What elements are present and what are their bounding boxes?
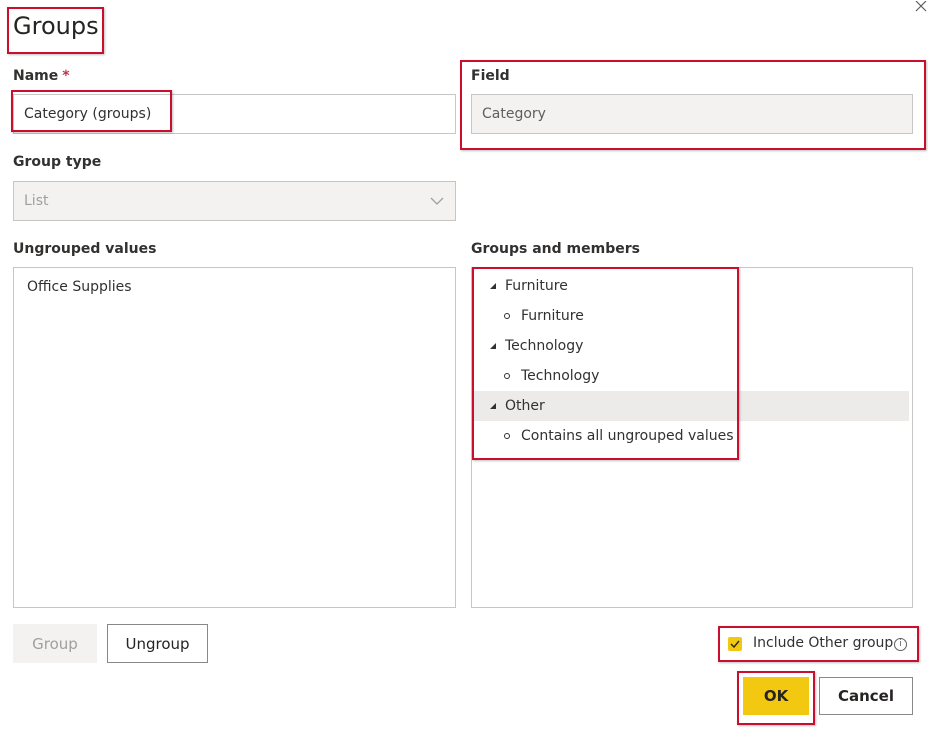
group-type-label: Group type [13, 154, 102, 170]
chevron-down-icon [430, 197, 444, 205]
name-input-value: Category (groups) [24, 106, 152, 122]
field-label: Field [471, 68, 510, 84]
required-marker: * [62, 68, 70, 84]
groups-tree[interactable]: Furniture Furniture Technology Technolog… [471, 267, 913, 608]
close-icon [915, 0, 927, 12]
ok-button[interactable]: OK [743, 677, 809, 715]
bullet-circle-icon [504, 433, 510, 439]
tree-group-other[interactable]: Other [473, 391, 909, 421]
tree-member-technology[interactable]: Technology [473, 361, 911, 391]
close-button[interactable] [912, 0, 928, 14]
groups-label: Groups and members [471, 241, 640, 257]
tree-member-furniture[interactable]: Furniture [473, 301, 911, 331]
name-input[interactable]: Category (groups) [13, 94, 456, 134]
expand-triangle-icon[interactable] [490, 403, 496, 409]
ungrouped-list[interactable]: Office Supplies [13, 267, 456, 608]
name-label: Name * [13, 68, 70, 84]
ungrouped-item[interactable]: Office Supplies [27, 279, 132, 295]
field-input-value: Category [482, 106, 546, 122]
tree-group-furniture[interactable]: Furniture [473, 271, 911, 301]
include-other-checkbox[interactable] [728, 637, 742, 651]
bullet-circle-icon [504, 373, 510, 379]
checkmark-icon [730, 640, 740, 648]
expand-triangle-icon[interactable] [490, 343, 496, 349]
group-button[interactable]: Group [13, 624, 97, 663]
tree-member-other[interactable]: Contains all ungrouped values [473, 421, 911, 451]
include-other-checkbox-row[interactable]: Include Other group i [728, 633, 918, 655]
dialog-title: Groups [13, 12, 99, 40]
tree-group-technology[interactable]: Technology [473, 331, 911, 361]
ungroup-button[interactable]: Ungroup [107, 624, 208, 663]
cancel-button[interactable]: Cancel [819, 677, 913, 715]
ungrouped-label: Ungrouped values [13, 241, 157, 257]
field-input: Category [471, 94, 913, 134]
info-icon[interactable]: i [894, 638, 907, 651]
group-type-value: List [24, 193, 49, 209]
bullet-circle-icon [504, 313, 510, 319]
group-type-select[interactable]: List [13, 181, 456, 221]
include-other-label: Include Other group [753, 635, 894, 651]
expand-triangle-icon[interactable] [490, 283, 496, 289]
